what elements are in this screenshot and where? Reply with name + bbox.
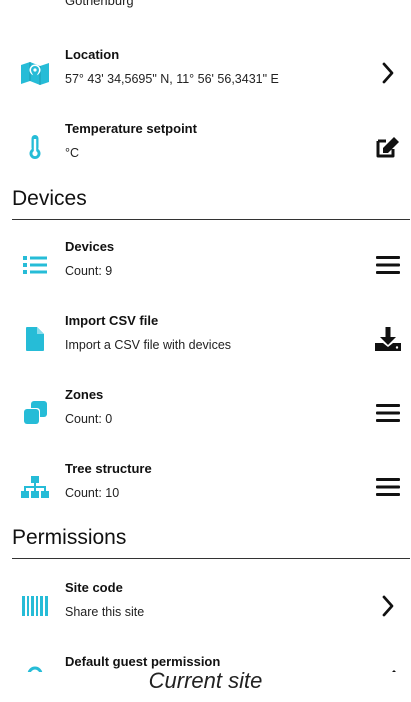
zones-title: Zones [65,387,104,402]
section-divider [12,219,410,220]
zones-count: Count: 0 [65,412,113,426]
zones-row[interactable]: Zones Count: 0 [0,380,411,450]
thermometer-icon [20,132,50,162]
tree-structure-title: Tree structure [65,461,152,476]
location-row[interactable]: Location 57° 43' 34,5695" N, 11° 56' 56,… [0,40,411,110]
list-icon [20,250,50,280]
menu-icon[interactable] [373,250,403,280]
tree-structure-row[interactable]: Tree structure Count: 10 [0,454,411,524]
site-code-row[interactable]: Site code Share this site [0,573,411,643]
barcode-icon [20,591,50,621]
menu-icon[interactable] [373,398,403,428]
site-code-title: Site code [65,580,123,595]
location-coordinates: 57° 43' 34,5695" N, 11° 56' 56,3431" E [65,72,279,86]
chevron-right-icon[interactable] [373,58,403,88]
devices-title: Devices [65,239,115,254]
menu-icon[interactable] [373,472,403,502]
file-icon [20,324,50,354]
temperature-unit: °C [65,146,80,160]
import-csv-row[interactable]: Import CSV file Import a CSV file with d… [0,306,411,376]
page-title: Current site [148,668,263,693]
devices-row[interactable]: Devices Count: 9 [0,232,411,302]
import-csv-description: Import a CSV file with devices [65,338,232,352]
bottom-title-bar: Current site [0,668,411,702]
temperature-setpoint-title: Temperature setpoint [65,121,197,136]
location-title: Location [65,47,120,62]
tree-structure-count: Count: 10 [65,486,120,500]
download-icon[interactable] [373,324,403,354]
zones-icon [20,398,50,428]
devices-count: Count: 9 [65,264,113,278]
city-name-text: Gothenburg [65,0,134,8]
permissions-section-header: Permissions [12,526,127,549]
import-csv-title: Import CSV file [65,313,159,328]
temperature-setpoint-row[interactable]: Temperature setpoint °C [0,114,411,184]
site-settings-list[interactable]: Gothenburg Location 57° 43' 34,5695" N, … [0,0,411,672]
devices-section-header: Devices [12,187,87,210]
site-code-description: Share this site [65,605,145,619]
sitemap-icon [20,472,50,502]
section-divider [12,558,410,559]
chevron-right-icon[interactable] [373,591,403,621]
map-icon [20,58,50,88]
edit-icon[interactable] [373,132,403,162]
